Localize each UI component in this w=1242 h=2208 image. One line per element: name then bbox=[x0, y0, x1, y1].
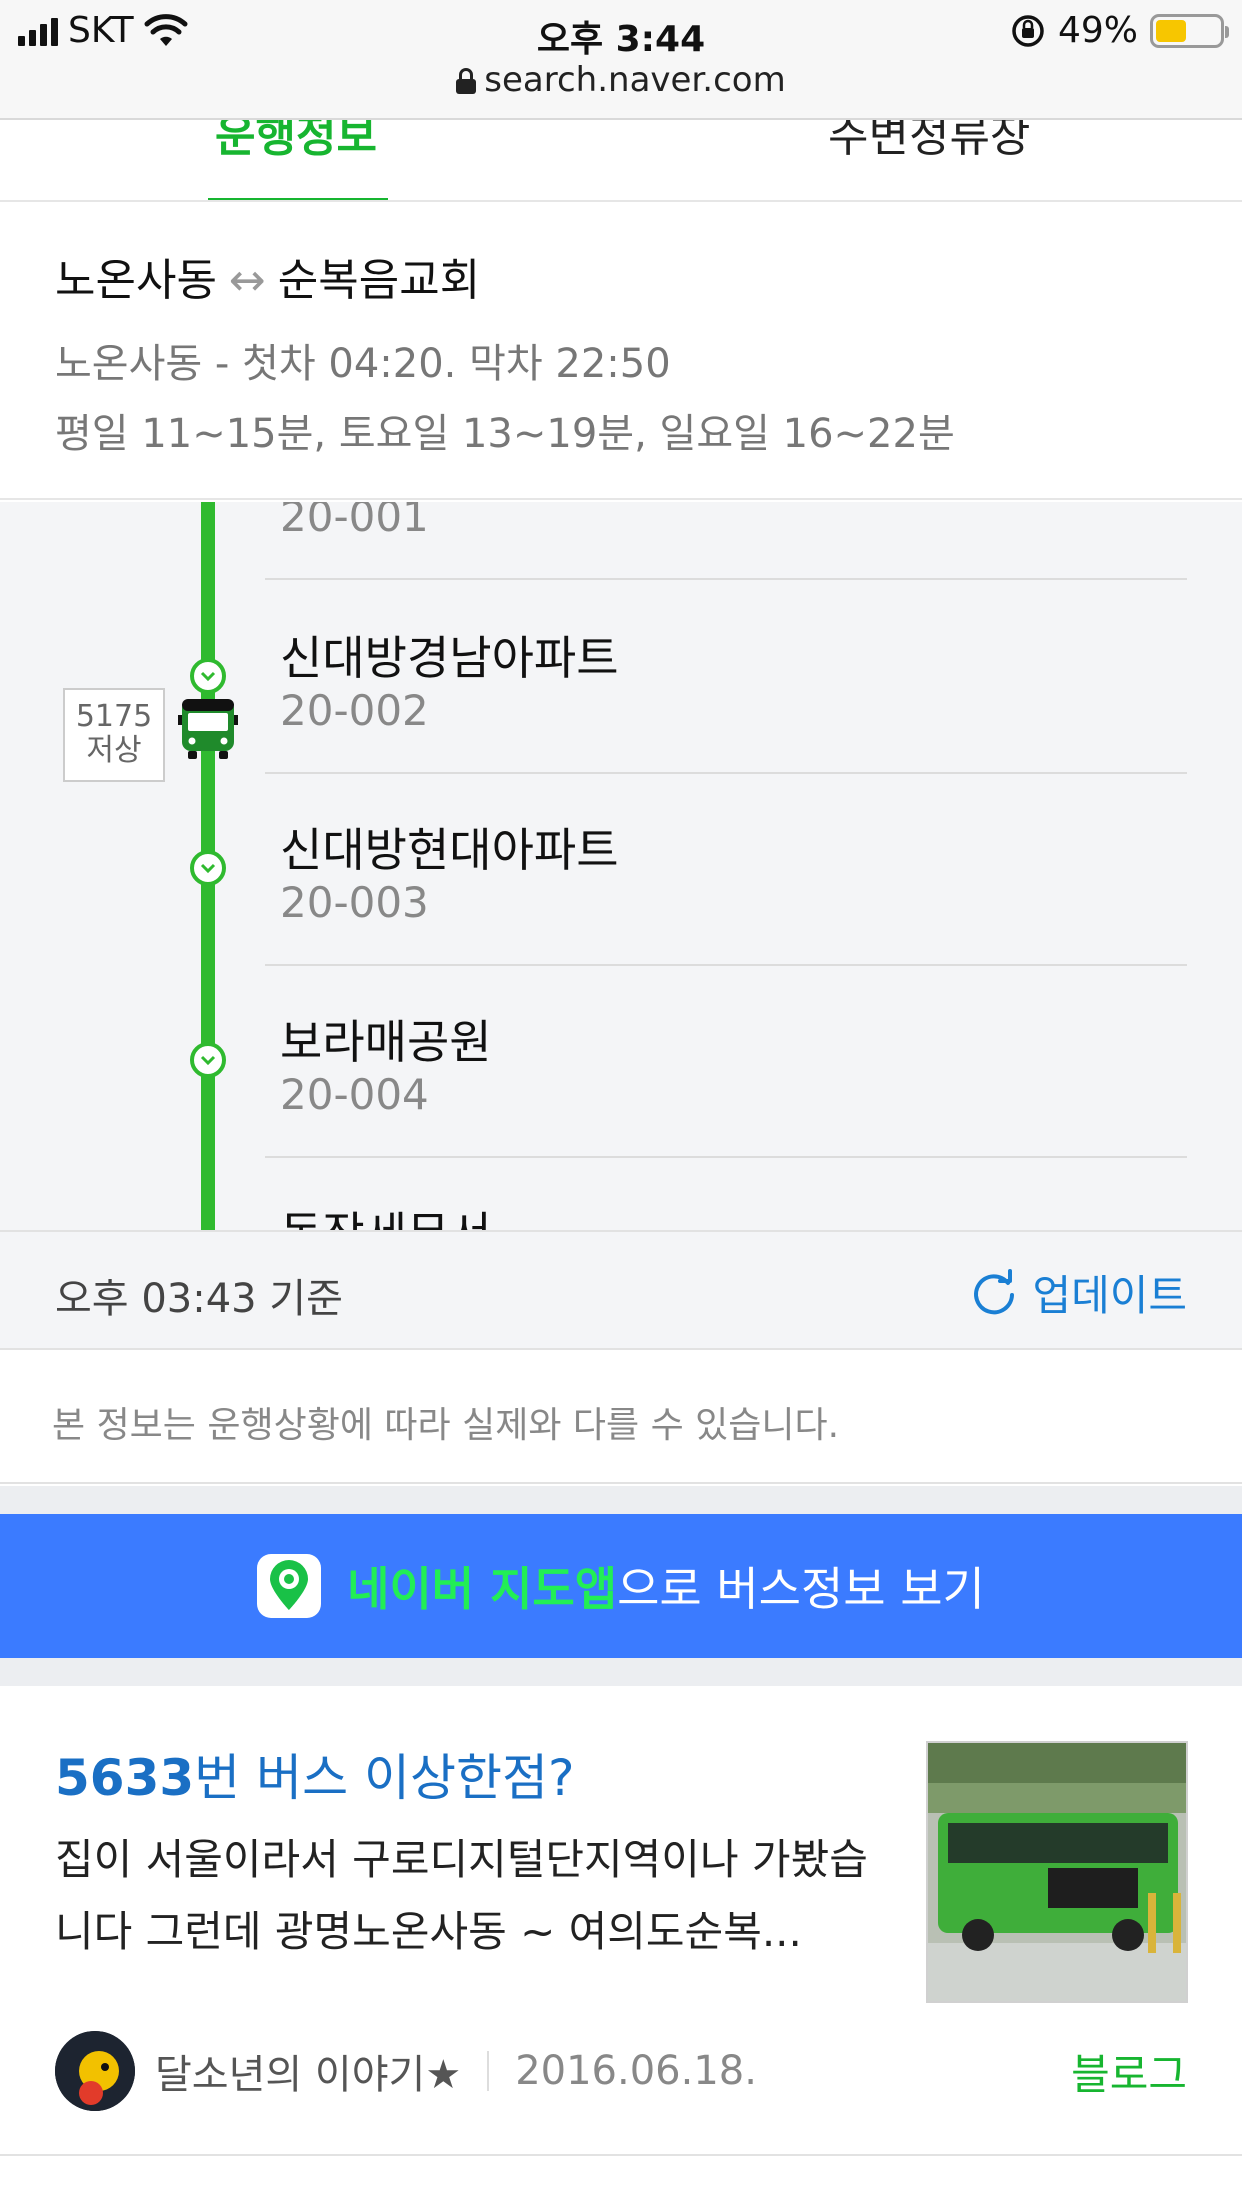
status-bar: SKT 오후 3:44 search.naver.com 49% bbox=[0, 0, 1242, 120]
tab-nearby-stops[interactable]: 주변정류장 bbox=[828, 120, 1030, 164]
bus-icon[interactable] bbox=[178, 697, 238, 759]
blog-date: 2016.06.18. bbox=[515, 2048, 757, 2094]
bus-intervals: 평일 11~15분, 토요일 13~19분, 일요일 16~22분 bbox=[55, 411, 955, 457]
tab-bar: 운행정보 주변정류장 bbox=[0, 120, 1242, 202]
update-row: 오후 03:43 기준 업데이트 bbox=[0, 1230, 1242, 1350]
bus-type: 저상 bbox=[86, 733, 142, 768]
bus-label[interactable]: 5175 저상 bbox=[63, 688, 165, 782]
bidirectional-arrow-icon: ↔ bbox=[228, 255, 266, 306]
update-label: 업데이트 bbox=[1032, 1271, 1187, 1320]
stop-name: 동작세무서 bbox=[280, 1198, 492, 1230]
blog-title[interactable]: 5633번 버스 이상한점? bbox=[55, 1738, 575, 1810]
list-item[interactable]: 신대방경남아파트 20-002 bbox=[265, 582, 1187, 774]
list-item[interactable]: 동작세무서 bbox=[265, 1158, 1187, 1230]
stop-list[interactable]: 20-001 신대방경남아파트 20-002 신대방현대아파트 20-003 보… bbox=[0, 502, 1242, 1230]
list-item[interactable]: 20-001 bbox=[265, 502, 1187, 580]
bus-number: 5175 bbox=[75, 699, 153, 734]
map-banner-rest: 으로 버스정보 보기 bbox=[617, 1562, 985, 1616]
blog-excerpt: 집이 서울이라서 구로디지털단지역이나 가봤습니다 그런데 광명노온사동 ~ 여… bbox=[55, 1835, 868, 1956]
url-text: search.naver.com bbox=[484, 60, 786, 100]
map-banner-text: 네이버 지도앱으로 버스정보 보기 bbox=[347, 1553, 985, 1619]
battery-percent: 49% bbox=[1057, 10, 1138, 51]
naver-map-icon bbox=[257, 1554, 322, 1618]
active-tab-indicator bbox=[208, 198, 388, 200]
update-button[interactable]: 업데이트 bbox=[970, 1262, 1187, 1323]
route-title: 노온사동 ↔ 순복음교회 bbox=[55, 244, 480, 308]
stop-code: 20-004 bbox=[280, 1070, 429, 1119]
disclaimer: 본 정보는 운행상황에 따라 실제와 다를 수 있습니다. bbox=[0, 1352, 1242, 1484]
status-right: 49% bbox=[1010, 10, 1229, 51]
stop-name: 신대방현대아파트 bbox=[280, 823, 619, 877]
blog-author[interactable]: 달소년의 이야기★ bbox=[155, 2042, 461, 2100]
stop-code: 20-001 bbox=[280, 502, 429, 541]
first-last-bus: 노온사동 - 첫차 04:20. 막차 22:50 bbox=[55, 341, 671, 387]
blog-title-rest: 번 버스 이상한점? bbox=[194, 1749, 575, 1807]
section-divider bbox=[0, 1658, 1242, 1686]
list-item[interactable]: 신대방현대아파트 20-003 bbox=[265, 774, 1187, 966]
blog-card[interactable]: 5633번 버스 이상한점? 집이 서울이라서 구로디지털단지역이나 가봤습니다… bbox=[0, 1686, 1242, 2156]
stop-code: 20-003 bbox=[280, 878, 429, 927]
stop-name: 신대방경남아파트 bbox=[280, 631, 619, 685]
lock-icon bbox=[456, 68, 477, 94]
battery-icon bbox=[1150, 13, 1229, 48]
route-to: 순복음교회 bbox=[277, 255, 481, 306]
blog-thumbnail[interactable] bbox=[926, 1741, 1188, 2003]
map-app-banner[interactable]: 네이버 지도앱으로 버스정보 보기 bbox=[0, 1514, 1242, 1658]
avatar[interactable] bbox=[55, 2031, 135, 2111]
blog-title-number: 5633 bbox=[55, 1749, 195, 1807]
stop-name: 보라매공원 bbox=[280, 1015, 492, 1069]
update-time: 오후 03:43 기준 bbox=[55, 1276, 343, 1322]
address-bar[interactable]: search.naver.com bbox=[0, 60, 1242, 100]
map-app-name: 네이버 지도앱 bbox=[347, 1562, 618, 1616]
stop-node-icon bbox=[190, 1042, 226, 1078]
list-item[interactable]: 보라매공원 20-004 bbox=[265, 966, 1187, 1158]
meta-divider bbox=[487, 2051, 490, 2091]
section-divider bbox=[0, 1486, 1242, 1514]
stop-node-icon bbox=[190, 850, 226, 886]
route-info: 노온사동 ↔ 순복음교회 노온사동 - 첫차 04:20. 막차 22:50 평일 … bbox=[0, 204, 1242, 500]
stop-code: 20-002 bbox=[280, 686, 429, 735]
stop-node-icon bbox=[190, 658, 226, 694]
orientation-lock-icon bbox=[1012, 14, 1044, 47]
refresh-icon bbox=[974, 1268, 1015, 1314]
blog-category[interactable]: 블로그 bbox=[1071, 2041, 1187, 2102]
disclaimer-text: 본 정보는 운행상황에 따라 실제와 다를 수 있습니다. bbox=[52, 1405, 840, 1446]
route-from: 노온사동 bbox=[55, 255, 217, 306]
tab-route-info[interactable]: 운행정보 bbox=[215, 120, 377, 164]
blog-meta: 달소년의 이야기★ 2016.06.18. 블로그 bbox=[55, 2031, 1187, 2111]
